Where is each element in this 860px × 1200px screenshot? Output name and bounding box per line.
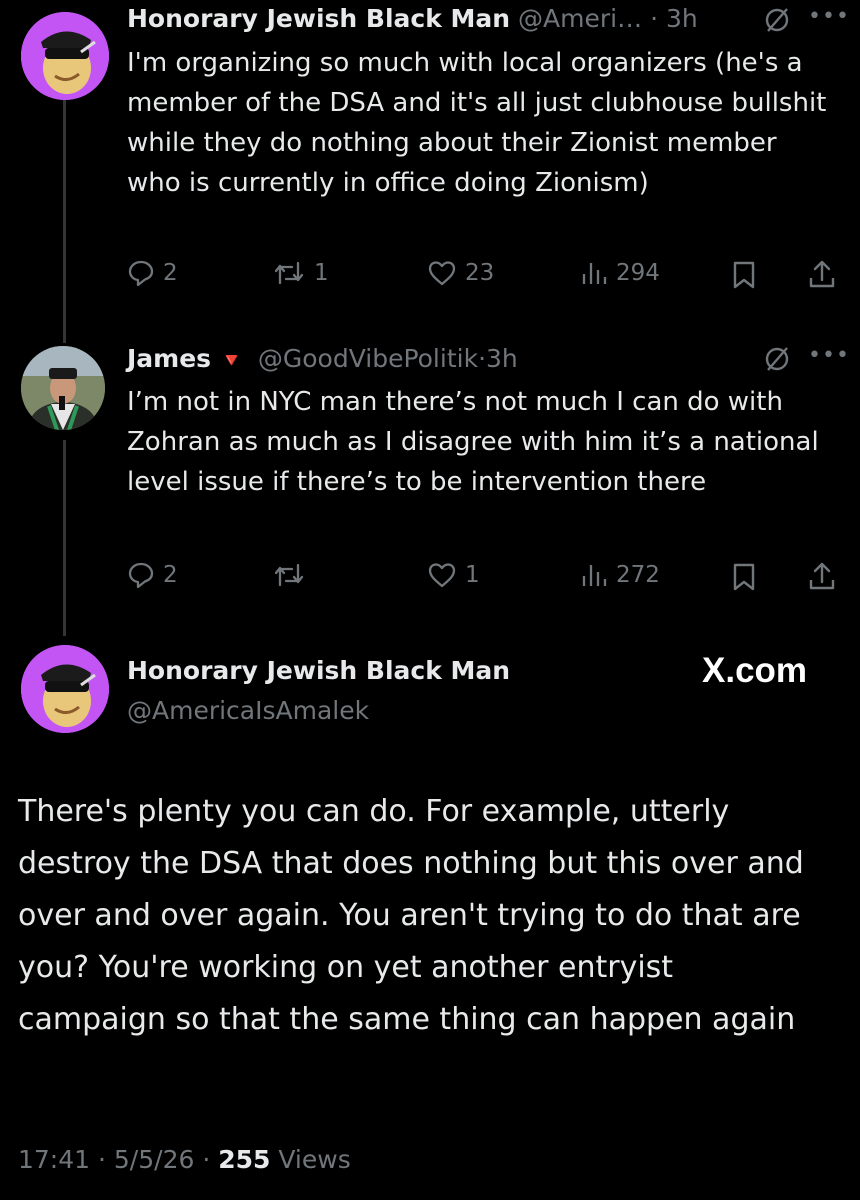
repost-icon bbox=[274, 563, 304, 587]
views-label: Views bbox=[278, 1145, 351, 1174]
reply-button[interactable]: 2 bbox=[127, 259, 178, 287]
views-count: 255 bbox=[218, 1145, 271, 1174]
separator: · bbox=[650, 4, 659, 33]
share-icon[interactable] bbox=[807, 560, 837, 592]
like-button[interactable]: 1 bbox=[427, 561, 480, 589]
heart-icon bbox=[428, 261, 456, 286]
repost-count: 1 bbox=[314, 260, 329, 286]
tweet-header: Honorary Jewish Black Man @Ameri… · 3h bbox=[127, 3, 698, 35]
handle[interactable]: @Ameri… bbox=[518, 4, 642, 33]
reply-icon bbox=[128, 260, 154, 287]
like-count: 1 bbox=[465, 562, 480, 588]
reply-button[interactable]: 2 bbox=[127, 561, 178, 589]
bookmark-icon[interactable] bbox=[731, 260, 757, 290]
repost-button[interactable]: 1 bbox=[272, 259, 329, 287]
separator: · bbox=[202, 1145, 211, 1174]
views-count: 272 bbox=[616, 562, 660, 588]
x-watermark: X.com bbox=[702, 651, 808, 690]
display-name[interactable]: James bbox=[127, 344, 211, 373]
views-button[interactable]: 294 bbox=[580, 259, 660, 287]
like-button[interactable]: 23 bbox=[427, 259, 494, 287]
thread-line bbox=[63, 440, 66, 636]
reply-count: 2 bbox=[163, 260, 178, 286]
avatar[interactable] bbox=[21, 12, 109, 100]
repost-button[interactable] bbox=[272, 561, 314, 589]
handle[interactable]: @AmericaIsAmalek bbox=[127, 696, 369, 725]
handle[interactable]: @GoodVibePolitik bbox=[258, 344, 478, 373]
grok-icon[interactable] bbox=[762, 5, 792, 35]
timestamp[interactable]: 3h bbox=[486, 344, 518, 373]
reply-icon bbox=[128, 562, 154, 589]
separator: · bbox=[98, 1145, 106, 1174]
repost-icon bbox=[274, 261, 304, 285]
views-icon bbox=[582, 263, 607, 284]
grok-icon[interactable] bbox=[762, 344, 792, 374]
like-count: 23 bbox=[465, 260, 495, 286]
reply-count: 2 bbox=[163, 562, 178, 588]
views-count: 294 bbox=[616, 260, 660, 286]
tweet-header: James 🔻 @GoodVibePolitik·3h bbox=[127, 343, 518, 376]
heart-icon bbox=[428, 563, 456, 588]
avatar-cartoon-icon bbox=[21, 645, 109, 733]
display-name[interactable]: Honorary Jewish Black Man bbox=[127, 656, 510, 685]
separator: · bbox=[478, 344, 487, 373]
share-icon[interactable] bbox=[807, 258, 837, 290]
timestamp[interactable]: 3h bbox=[666, 4, 698, 33]
avatar[interactable] bbox=[21, 346, 105, 430]
post-date[interactable]: 5/5/26 bbox=[114, 1145, 194, 1174]
author-name-row: Honorary Jewish Black Man bbox=[127, 655, 510, 687]
tweet-meta: 17:41 · 5/5/26 · 255 Views bbox=[18, 1145, 351, 1174]
post-time[interactable]: 17:41 bbox=[18, 1145, 90, 1174]
avatar-photo-icon bbox=[21, 346, 105, 430]
display-name[interactable]: Honorary Jewish Black Man bbox=[127, 4, 510, 33]
avatar-cartoon-icon bbox=[21, 12, 109, 100]
more-dots-icon[interactable]: ••• bbox=[808, 343, 850, 368]
author-handle-row: @AmericaIsAmalek bbox=[127, 695, 369, 727]
views-button[interactable]: 272 bbox=[580, 561, 660, 589]
bookmark-icon[interactable] bbox=[731, 562, 757, 592]
more-dots-icon[interactable]: ••• bbox=[808, 4, 850, 29]
tweet-text: I’m not in NYC man there’s not much I ca… bbox=[127, 387, 819, 497]
avatar[interactable] bbox=[21, 645, 109, 733]
views-icon bbox=[582, 565, 607, 586]
main-tweet-text: There's plenty you can do. For example, … bbox=[18, 794, 804, 1037]
tweet-text: I'm organizing so much with local organi… bbox=[127, 48, 827, 198]
thread-line bbox=[63, 98, 66, 343]
red-triangle-flag: 🔻 bbox=[219, 348, 244, 372]
